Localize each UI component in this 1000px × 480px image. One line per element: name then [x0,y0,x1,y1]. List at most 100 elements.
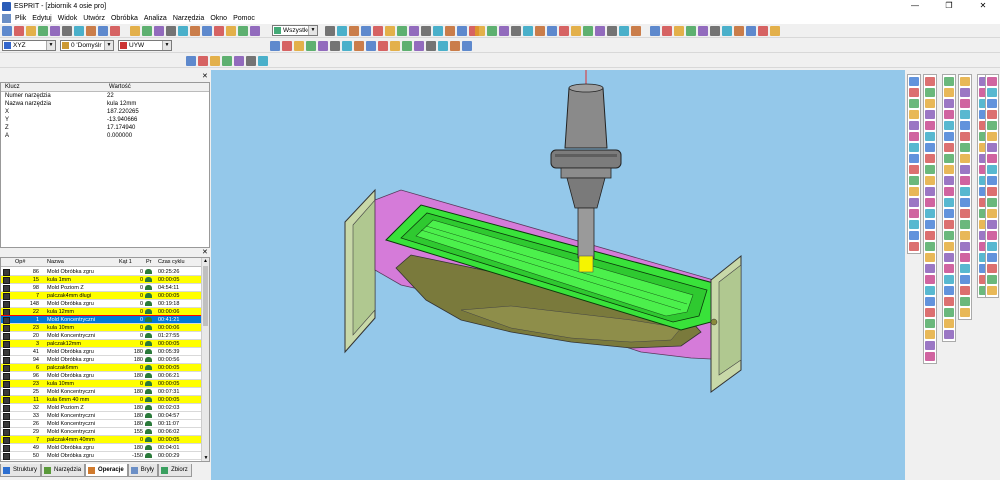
operation-row[interactable]: 32 Mold Poziom Z 180 00:02:03 [1,404,201,412]
menu-narzedzia[interactable]: Narzędzia [173,15,205,22]
palette-tool-icon[interactable] [987,176,997,185]
toolbar-icon-button[interactable] [402,41,412,51]
operation-row[interactable]: 86 Mold Obróbka zgru 0 00:25:26 [1,268,201,276]
toolbar-icon-button[interactable] [142,26,152,36]
operation-row[interactable]: 7 palczak4mm 40mm 0 00:00:05 [1,436,201,444]
palette-tool-icon[interactable] [987,121,997,130]
toolbar-icon-button[interactable] [373,26,383,36]
menu-plik[interactable]: Plik [15,15,26,22]
toolbar-icon-button[interactable] [210,56,220,66]
property-row[interactable]: A 0.000000 [1,133,209,140]
palette-tool-icon[interactable] [944,110,954,119]
toolbar-icon-button[interactable] [349,26,359,36]
scroll-down-icon[interactable]: ▼ [202,455,210,461]
palette-tool-icon[interactable] [987,220,997,229]
toolbar-icon-button[interactable] [198,56,208,66]
toolbar-icon-button[interactable] [246,56,256,66]
palette-tool-icon[interactable] [925,165,935,174]
palette-tool-icon[interactable] [987,132,997,141]
toolbar-icon-button[interactable] [190,26,200,36]
palette-tool-icon[interactable] [987,143,997,152]
palette-tool-icon[interactable] [960,110,970,119]
toolbar-icon-button[interactable] [511,26,521,36]
toolbar-icon-button[interactable] [354,41,364,51]
toolbar-icon-button[interactable] [607,26,617,36]
toolbar-icon-button[interactable] [214,26,224,36]
toolbar-icon-button[interactable] [270,41,280,51]
toolbar-icon-button[interactable] [397,26,407,36]
menu-obrobka[interactable]: Obróbka [111,15,138,22]
toolbar-icon-button[interactable] [445,26,455,36]
toolbar-icon-button[interactable] [414,41,424,51]
toolbar-icon-button[interactable] [583,26,593,36]
toolbar-icon-button[interactable] [746,26,756,36]
palette-tool-icon[interactable] [909,143,919,152]
palette-tool-icon[interactable] [925,220,935,229]
palette-tool-icon[interactable] [909,220,919,229]
scroll-thumb[interactable] [203,266,208,326]
toolbar-icon-button[interactable] [409,26,419,36]
property-value[interactable]: -13.940666 [107,117,137,124]
tab-narzedzia[interactable]: Narzędzia [41,464,86,477]
palette-tool-icon[interactable] [960,297,970,306]
toolbar-icon-button[interactable] [650,26,660,36]
palette-tool-icon[interactable] [925,209,935,218]
toolbar-icon-button[interactable] [14,26,24,36]
toolbar-icon-button[interactable] [475,26,485,36]
palette-tool-icon[interactable] [944,132,954,141]
property-row[interactable]: Numer narzędzia 22 [1,93,209,100]
palette-tool-icon[interactable] [925,88,935,97]
palette-tool-icon[interactable] [925,143,935,152]
palette-tool-icon[interactable] [925,341,935,350]
palette-tool-icon[interactable] [909,242,919,251]
palette-tool-icon[interactable] [960,253,970,262]
operation-row[interactable]: 11 kula 6mm 40 mm 0 00:00:05 [1,396,201,404]
operation-row[interactable]: 33 Mold Koncentryczni 180 00:04:57 [1,412,201,420]
palette-tool-icon[interactable] [987,253,997,262]
toolbar-icon-button[interactable] [631,26,641,36]
palette-tool-icon[interactable] [987,154,997,163]
property-row[interactable]: Y -13.940666 [1,117,209,124]
palette-tool-icon[interactable] [987,286,997,295]
property-value[interactable]: 0.000000 [107,133,132,140]
toolbar-icon-button[interactable] [294,41,304,51]
palette-tool-icon[interactable] [944,187,954,196]
toolbar-icon-button[interactable] [361,26,371,36]
palette-tool-icon[interactable] [944,275,954,284]
palette-tool-icon[interactable] [987,88,997,97]
palette-tool-icon[interactable] [944,330,954,339]
toolbar-icon-button[interactable] [202,26,212,36]
operation-row[interactable]: 94 Mold Obróbka zgru 180 00:00:56 [1,356,201,364]
palette-tool-icon[interactable] [909,110,919,119]
palette-tool-icon[interactable] [944,165,954,174]
operation-row[interactable]: 6 palczak6mm 0 00:00:05 [1,364,201,372]
toolbar-icon-button[interactable] [438,41,448,51]
toolbar-icon-button[interactable] [450,41,460,51]
palette-tool-icon[interactable] [925,319,935,328]
palette-tool-icon[interactable] [944,99,954,108]
palette-tool-icon[interactable] [960,165,970,174]
toolbar-icon-button[interactable] [74,26,84,36]
toolbar-icon-button[interactable] [258,56,268,66]
palette-tool-icon[interactable] [909,77,919,86]
palette-tool-icon[interactable] [987,264,997,273]
maximize-button[interactable]: ❐ [932,0,966,12]
toolbar-icon-button[interactable] [318,41,328,51]
operation-row[interactable]: 23 kula 10mm 0 00:00:06 [1,324,201,332]
col-op-header[interactable]: Op# [15,258,25,267]
3d-viewport[interactable] [211,70,905,480]
toolbar-icon-button[interactable] [523,26,533,36]
close-button[interactable]: ✕ [966,0,1000,12]
tab-operacje[interactable]: Operacje [85,464,128,477]
layer-combo[interactable]: Wszystko ▼ [272,25,318,36]
property-row[interactable]: Nazwa narzędzia kula 12mm [1,101,209,108]
palette-tool-icon[interactable] [944,253,954,262]
operation-row[interactable]: 25 Mold Koncentryczni 180 00:07:31 [1,388,201,396]
palette-tool-icon[interactable] [925,242,935,251]
palette-tool-icon[interactable] [925,187,935,196]
palette-tool-icon[interactable] [909,88,919,97]
palette-tool-icon[interactable] [944,308,954,317]
toolbar-icon-button[interactable] [487,26,497,36]
toolbar-icon-button[interactable] [366,41,376,51]
palette-tool-icon[interactable] [944,242,954,251]
